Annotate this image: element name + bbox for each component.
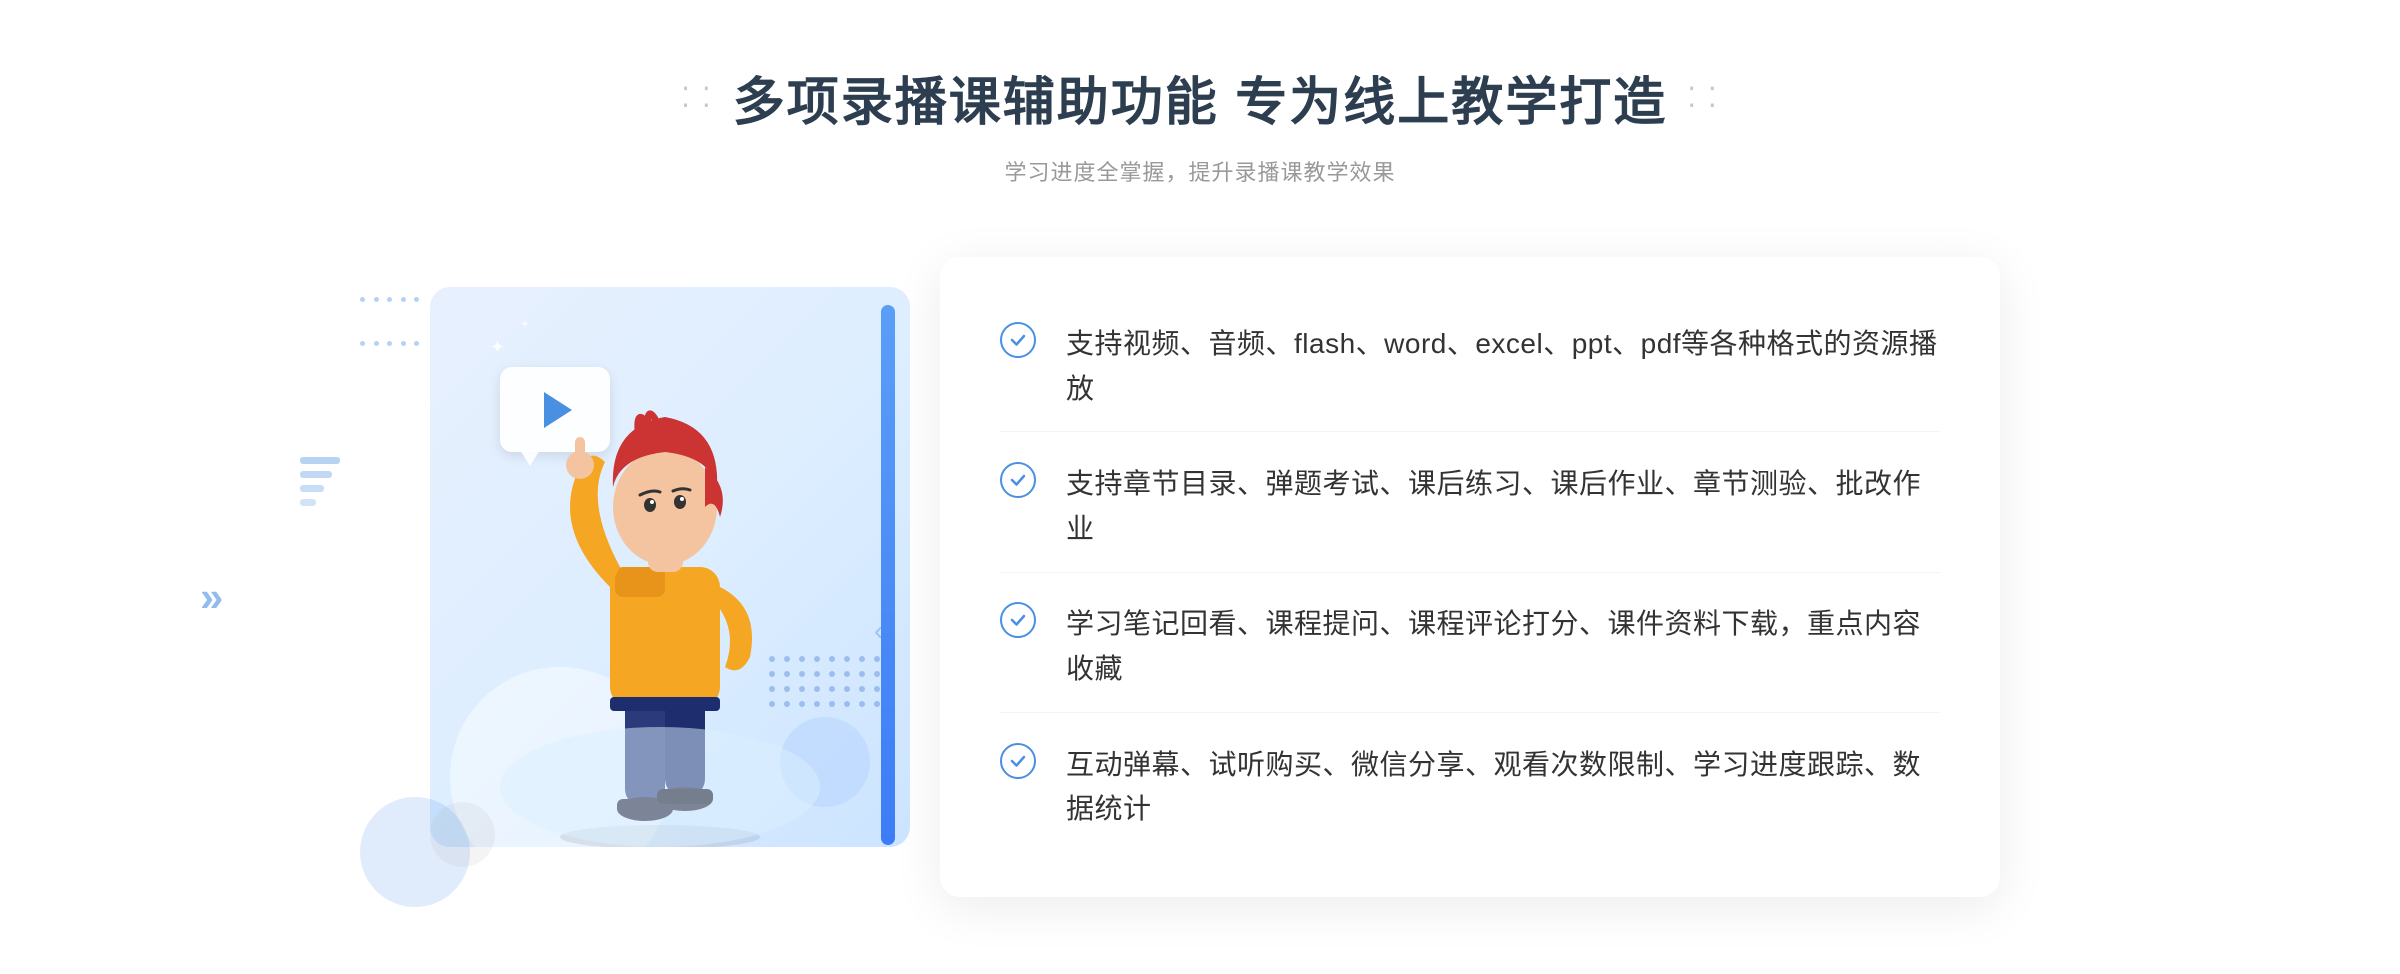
page-title: 多项录播课辅助功能 专为线上教学打造 xyxy=(733,60,1667,135)
check-icon-4 xyxy=(1000,743,1036,779)
person-illustration xyxy=(490,347,830,847)
blue-vertical-strip xyxy=(881,305,895,845)
page-header: ⁚ ⁚ 多项录播课辅助功能 专为线上教学打造 ⁚ ⁚ xyxy=(681,60,1719,135)
check-icon-2 xyxy=(1000,462,1036,498)
feature-item-4: 互动弹幕、试听购买、微信分享、观看次数限制、学习进度跟踪、数据统计 xyxy=(1000,723,1940,853)
check-icon-3 xyxy=(1000,602,1036,638)
feature-item-1: 支持视频、音频、flash、word、excel、ppt、pdf等各种格式的资源… xyxy=(1000,302,1940,433)
left-deco-bars xyxy=(300,457,340,506)
feature-text-2: 支持章节目录、弹题考试、课后练习、课后作业、章节测验、批改作业 xyxy=(1066,462,1940,552)
feature-item-2: 支持章节目录、弹题考试、课后练习、课后作业、章节测验、批改作业 xyxy=(1000,442,1940,573)
features-panel: 支持视频、音频、flash、word、excel、ppt、pdf等各种格式的资源… xyxy=(940,257,2000,897)
page-container: ⁚ ⁚ 多项录播课辅助功能 专为线上教学打造 ⁚ ⁚ 学习进度全掌握，提升录播课… xyxy=(0,0,2400,974)
check-icon-1 xyxy=(1000,322,1036,358)
sparkle-small-icon: ✦ xyxy=(520,317,530,331)
feature-text-4: 互动弹幕、试听购买、微信分享、观看次数限制、学习进度跟踪、数据统计 xyxy=(1066,743,1940,833)
illustration-background: ✦ ✦ xyxy=(430,287,910,847)
feature-item-3: 学习笔记回看、课程提问、课程评论打分、课件资料下载，重点内容收藏 xyxy=(1000,582,1940,713)
content-wrapper: ✦ ✦ xyxy=(400,237,2000,957)
page-chevron-left[interactable]: » xyxy=(200,573,223,621)
page-subtitle: 学习进度全掌握，提升录播课教学效果 xyxy=(1004,155,1395,187)
feature-text-1: 支持视频、音频、flash、word、excel、ppt、pdf等各种格式的资源… xyxy=(1066,322,1940,412)
feature-text-3: 学习笔记回看、课程提问、课程评论打分、课件资料下载，重点内容收藏 xyxy=(1066,602,1940,692)
illustration-panel: ✦ ✦ xyxy=(400,257,960,937)
header-decorator-left: ⁚ ⁚ xyxy=(681,81,713,114)
page-deco-circle-gray xyxy=(430,802,495,867)
header-decorator-right: ⁚ ⁚ xyxy=(1687,81,1719,114)
